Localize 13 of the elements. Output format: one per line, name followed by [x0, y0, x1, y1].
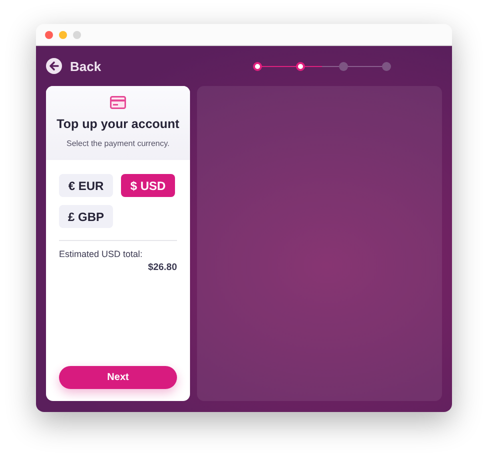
minimize-icon[interactable] — [59, 30, 67, 38]
credit-card-icon — [110, 96, 126, 109]
next-button[interactable]: Next — [59, 366, 177, 389]
currency-option[interactable]: $ USD — [121, 174, 175, 197]
card-title: Top up your account — [56, 117, 180, 131]
back-button[interactable]: Back — [46, 58, 102, 74]
close-icon[interactable] — [45, 30, 53, 38]
zoom-icon[interactable] — [73, 30, 81, 38]
card-subtitle: Select the payment currency. — [66, 139, 170, 148]
total-label: Estimated USD total: — [59, 249, 144, 259]
total-value: $26.80 — [148, 262, 177, 273]
currency-option[interactable]: € EUR — [59, 174, 113, 197]
currency-option[interactable]: £ GBP — [59, 205, 113, 228]
